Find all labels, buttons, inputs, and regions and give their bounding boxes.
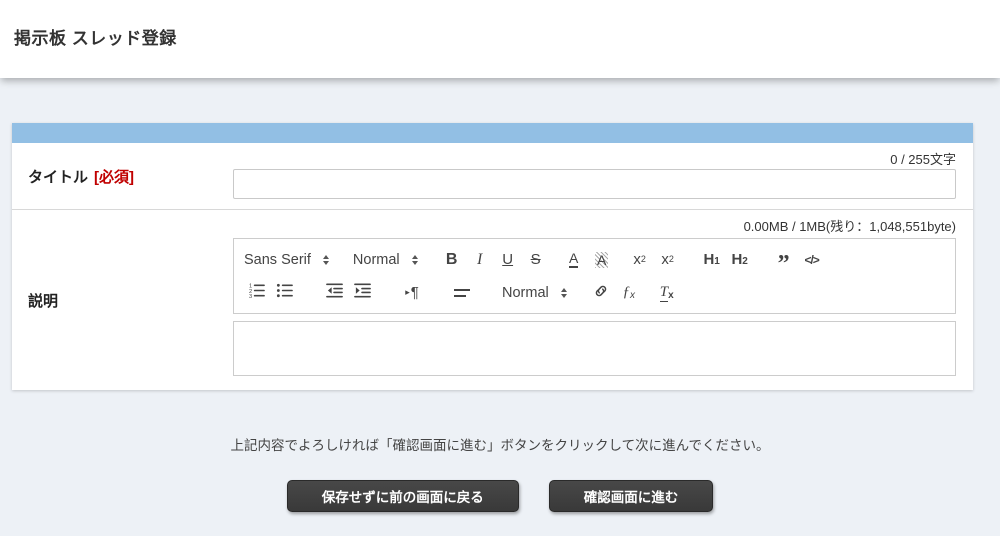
clean-format-button[interactable]: Tx	[655, 281, 679, 305]
align-icon	[454, 289, 470, 297]
background-color-icon: A	[595, 252, 608, 268]
subscript-button[interactable]: x2	[628, 248, 652, 272]
back-button[interactable]: 保存せずに前の画面に戻る	[287, 480, 519, 512]
page: { "header": { "title": "掲示板 スレッド登録" }, "…	[0, 0, 1000, 536]
required-badge: [必須]	[94, 166, 134, 187]
page-header: 掲示板 スレッド登録	[0, 0, 1000, 78]
instruction-text: 上記内容でよろしければ「確認画面に進む」ボタンをクリックして次に進んでください。	[0, 434, 1000, 454]
formula-button[interactable]: ƒx	[617, 281, 641, 305]
size-picker-label: Normal	[502, 285, 549, 301]
bullet-list-icon	[276, 282, 293, 303]
title-char-counter: 0 / 255文字	[233, 143, 956, 167]
page-title: 掲示板 スレッド登録	[0, 0, 1000, 49]
header-picker-label: Normal	[353, 252, 400, 268]
picker-arrows-icon	[323, 255, 329, 265]
description-content-cell: 0.00MB / 1MB(残り：1,048,551byte) Sans Seri…	[233, 210, 973, 390]
svg-text:3: 3	[248, 294, 251, 299]
text-color-button[interactable]: A	[562, 248, 586, 272]
description-row: 説明 0.00MB / 1MB(残り：1,048,551byte) Sans S…	[12, 210, 973, 390]
heading1-icon: H	[703, 251, 714, 268]
link-button[interactable]	[589, 281, 613, 305]
ordered-list-icon: 123	[248, 282, 265, 303]
font-picker[interactable]: Sans Serif	[244, 252, 329, 268]
blockquote-icon: ”	[778, 250, 790, 270]
editor-toolbar: Sans Serif Normal B I U S A	[233, 238, 956, 314]
align-button[interactable]	[450, 281, 474, 305]
toolbar-row-1: Sans Serif Normal B I U S A	[244, 246, 945, 273]
header-picker[interactable]: Normal	[353, 252, 418, 268]
superscript-button[interactable]: x2	[656, 248, 680, 272]
title-content-cell: 0 / 255文字	[233, 143, 973, 209]
title-label-cell: タイトル [必須]	[12, 143, 233, 209]
strikethrough-button[interactable]: S	[524, 248, 548, 272]
font-picker-label: Sans Serif	[244, 252, 311, 268]
heading2-icon: H	[731, 251, 742, 268]
action-button-row: 保存せずに前の画面に戻る 確認画面に進む	[0, 480, 1000, 512]
editor-textarea[interactable]	[233, 321, 956, 376]
underline-button[interactable]: U	[496, 248, 520, 272]
clean-format-icon: T	[660, 284, 668, 302]
text-direction-button[interactable]: ▸¶	[400, 281, 424, 305]
formula-icon: ƒ	[622, 284, 630, 301]
direction-icon: ▸	[405, 287, 410, 298]
toolbar-row-2: 123	[244, 279, 945, 306]
title-label: タイトル	[28, 166, 88, 187]
text-color-icon: A	[569, 251, 578, 268]
ordered-list-button[interactable]: 123	[244, 281, 268, 305]
bold-button[interactable]: B	[440, 248, 464, 272]
description-label-cell: 説明	[12, 210, 233, 390]
size-picker[interactable]: Normal	[502, 285, 567, 301]
italic-button[interactable]: I	[468, 248, 492, 272]
picker-arrows-icon	[412, 255, 418, 265]
superscript-icon: x	[661, 251, 669, 268]
bullet-list-button[interactable]	[272, 281, 296, 305]
heading2-button[interactable]: H2	[728, 248, 752, 272]
outdent-icon	[326, 282, 343, 303]
indent-button[interactable]	[350, 281, 374, 305]
outdent-button[interactable]	[322, 281, 346, 305]
proceed-button[interactable]: 確認画面に進む	[549, 480, 714, 512]
panel-accent-bar	[12, 123, 973, 143]
size-counter: 0.00MB / 1MB(残り：1,048,551byte)	[233, 210, 956, 234]
title-row: タイトル [必須] 0 / 255文字	[12, 143, 973, 210]
heading1-button[interactable]: H1	[700, 248, 724, 272]
indent-icon	[354, 282, 371, 303]
blockquote-button[interactable]: ”	[772, 248, 796, 272]
rich-text-editor: Sans Serif Normal B I U S A	[233, 238, 956, 376]
description-label: 説明	[28, 290, 58, 311]
form-panel: タイトル [必須] 0 / 255文字 説明 0.00MB / 1MB(残り：1…	[12, 123, 973, 390]
picker-arrows-icon	[561, 288, 567, 298]
subscript-icon: x	[633, 251, 641, 268]
background-color-button[interactable]: A	[590, 248, 614, 272]
link-icon	[593, 283, 609, 303]
title-input[interactable]	[233, 169, 956, 199]
code-block-button[interactable]: </>	[800, 248, 824, 272]
